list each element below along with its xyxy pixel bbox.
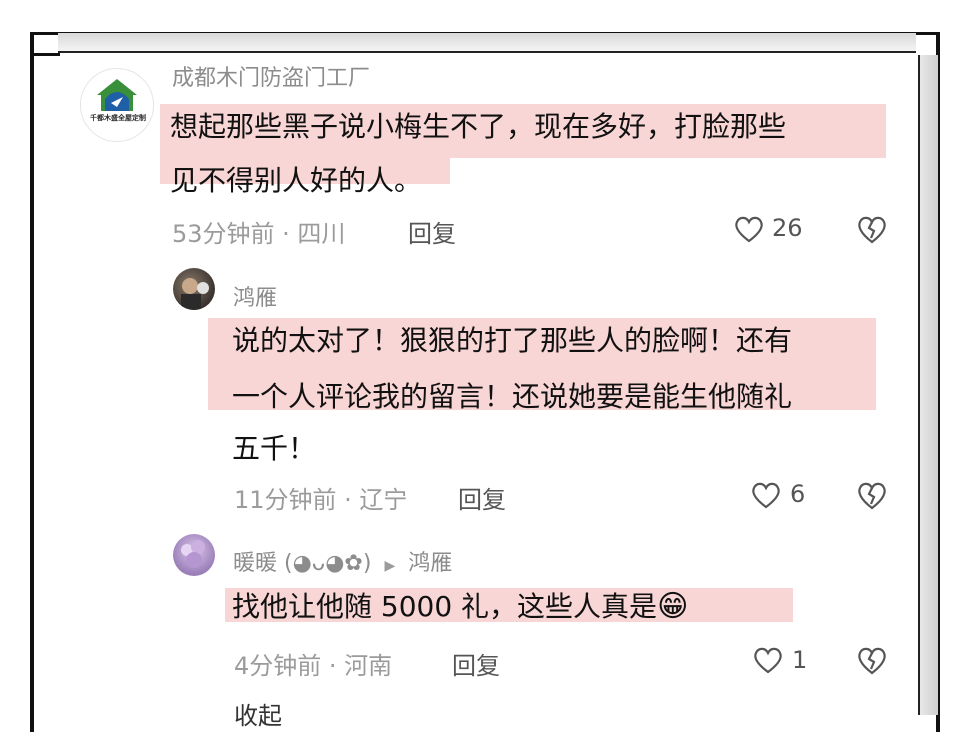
broken-heart-icon[interactable]	[856, 479, 888, 511]
reply-to-name[interactable]: 鸿雁	[408, 551, 452, 576]
comment-text-line: 一个人评论我的留言！还说她要是能生他随礼	[232, 380, 793, 413]
avatar[interactable]: 千都木盛全屋定制	[80, 68, 154, 142]
heart-outline-icon[interactable]	[752, 645, 784, 675]
comment-author[interactable]: 暖暖 (◕ᴗ◕✿) ▶ 鸿雁	[233, 545, 452, 577]
comment-time-location: 53分钟前 · 四川	[172, 220, 346, 248]
collapse-link[interactable]: 收起	[234, 696, 282, 731]
reply-arrow-icon: ▶	[384, 558, 396, 574]
avatar-photo	[181, 278, 209, 310]
comment-text-line: 见不得别人好的人。	[170, 164, 423, 197]
frame-corner	[30, 33, 60, 56]
reply-button[interactable]: 回复	[452, 646, 500, 681]
comment-text-line: 找他让他随 5000 礼，这些人真是😁	[232, 578, 688, 636]
like-count: 26	[772, 214, 803, 242]
avatar[interactable]	[173, 534, 215, 576]
avatar[interactable]	[173, 268, 215, 310]
heart-outline-icon[interactable]	[750, 480, 782, 510]
grin-emoji-icon: 😁	[657, 589, 689, 624]
broken-heart-icon[interactable]	[856, 213, 888, 245]
comment-text-line: 说的太对了！狠狠的打了那些人的脸啊！还有	[232, 324, 793, 357]
comment-text-line: 五千！	[232, 432, 317, 465]
reply-button[interactable]: 回复	[458, 480, 506, 515]
comment-time-location: 11分钟前 · 辽宁	[234, 486, 408, 514]
comment-time-location: 4分钟前 · 河南	[234, 652, 393, 680]
logo-text: 千都木盛全屋定制	[90, 114, 146, 122]
frame-right-edge	[918, 55, 938, 715]
avatar-photo	[181, 540, 205, 568]
author-name: 暖暖 (◕ᴗ◕✿)	[233, 551, 372, 576]
reply-button[interactable]: 回复	[408, 214, 456, 249]
comment-text: 找他让他随 5000 礼，这些人真是	[232, 590, 658, 623]
comment-author[interactable]: 鸿雁	[233, 280, 277, 312]
broken-heart-icon[interactable]	[856, 644, 888, 676]
frame-top-bar	[58, 33, 916, 53]
house-logo-icon	[97, 79, 137, 111]
comment-text-line: 想起那些黑子说小梅生不了，现在多好，打脸那些	[170, 110, 787, 143]
like-count: 1	[792, 646, 808, 674]
heart-outline-icon[interactable]	[733, 214, 765, 244]
like-count: 6	[790, 480, 806, 508]
comment-author[interactable]: 成都木门防盗门工厂	[172, 60, 370, 92]
